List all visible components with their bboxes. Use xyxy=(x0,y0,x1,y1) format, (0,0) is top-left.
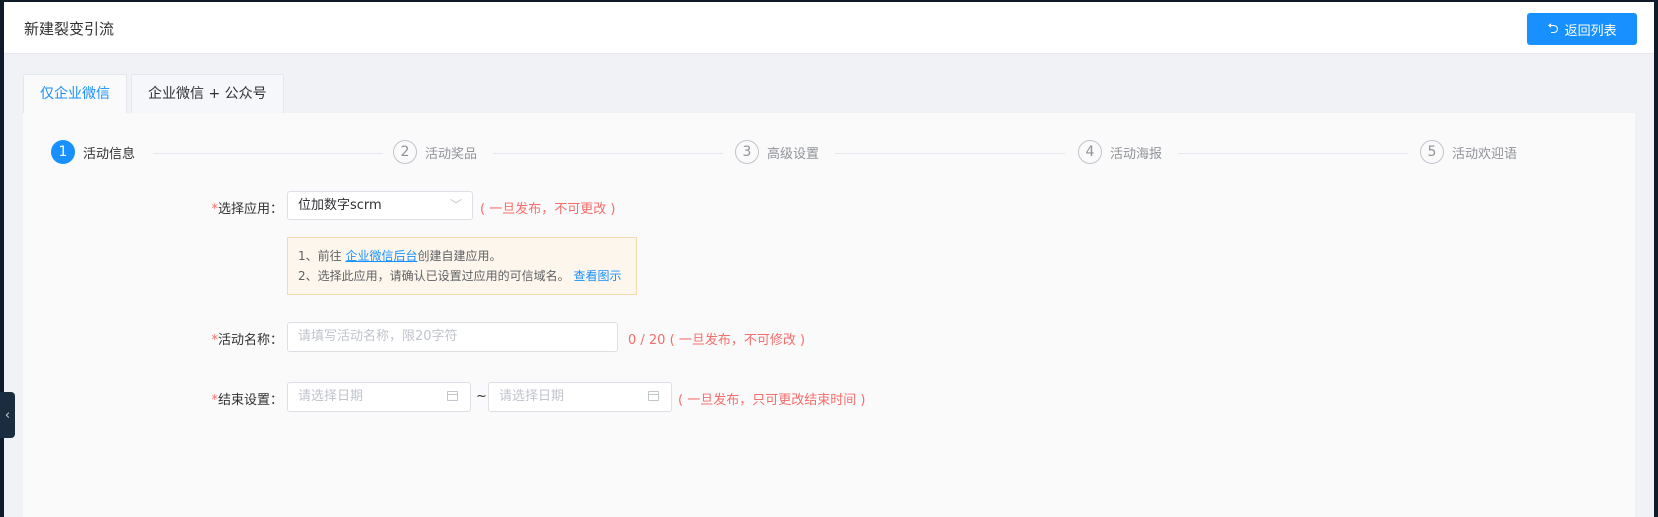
step-activity-poster: 4 活动海报 xyxy=(1078,138,1173,166)
wecom-admin-link[interactable]: 企业微信后台 xyxy=(345,249,417,263)
notice-text: 2、选择此应用，请确认已设置过应用的可信域名。 xyxy=(298,269,570,283)
tab-wecom-official-account[interactable]: 企业微信 + 公众号 xyxy=(131,74,284,114)
step-label: 高级设置 xyxy=(767,146,820,162)
tab-wecom-only[interactable]: 仅企业微信 xyxy=(23,74,127,114)
calendar-icon xyxy=(648,391,659,401)
step-label: 活动海报 xyxy=(1110,146,1163,162)
sidebar-collapse-handle[interactable]: ‹ xyxy=(0,392,15,438)
notice-text: 创建自建应用。 xyxy=(417,249,502,263)
step-activity-prizes: 2 活动奖品 xyxy=(393,138,488,166)
app-select-value: 位加数字scrm xyxy=(298,198,382,213)
step-number: 1 xyxy=(51,140,75,164)
back-button-label: 返回列表 xyxy=(1564,23,1617,39)
input-placeholder: 请填写活动名称，限20字符 xyxy=(298,329,458,344)
app-select[interactable]: 位加数字scrm ﹀ xyxy=(287,191,473,220)
step-label: 活动欢迎语 xyxy=(1452,146,1518,162)
step-connector xyxy=(835,153,1065,154)
steps-bar: 1 活动信息 2 活动奖品 3 高级设置 4 活动海报 5 活动欢迎语 xyxy=(23,113,1635,173)
name-warning-text: ( 一旦发布，不可修改 ) xyxy=(669,333,806,348)
end-setting-warning: ( 一旦发布，只可更改结束时间 ) xyxy=(678,393,866,408)
return-icon: ⮌ xyxy=(1547,21,1559,37)
step-activity-info: 1 活动信息 xyxy=(51,138,146,166)
activity-type-tabs: 仅企业微信 企业微信 + 公众号 xyxy=(23,74,288,114)
back-to-list-button[interactable]: ⮌ 返回列表 xyxy=(1527,13,1637,45)
calendar-icon xyxy=(447,391,458,401)
view-diagram-link[interactable]: 查看图示 xyxy=(573,269,621,283)
input-placeholder: 请选择日期 xyxy=(499,389,565,404)
step-number: 2 xyxy=(393,140,417,164)
notice-line-1: 1、前往 企业微信后台创建自建应用。 xyxy=(298,246,626,266)
step-connector xyxy=(153,153,383,154)
step-welcome-message: 5 活动欢迎语 xyxy=(1420,138,1528,166)
chevron-left-icon: ‹ xyxy=(4,407,11,423)
activity-name-label: *活动名称： xyxy=(203,329,283,348)
form-panel: 1 活动信息 2 活动奖品 3 高级设置 4 活动海报 5 活动欢迎语 *选择应… xyxy=(23,113,1635,517)
end-setting-label: *结束设置： xyxy=(203,389,283,408)
step-label: 活动信息 xyxy=(83,146,136,162)
notice-text: 1、前往 xyxy=(298,249,346,263)
app-warning: ( 一旦发布，不可更改 ) xyxy=(480,202,616,217)
activity-name-input[interactable]: 请填写活动名称，限20字符 xyxy=(287,322,618,352)
date-separator: ~ xyxy=(476,389,487,404)
step-number: 3 xyxy=(735,140,759,164)
label-text: 结束设置： xyxy=(217,393,283,408)
app-notice: 1、前往 企业微信后台创建自建应用。 2、选择此应用，请确认已设置过应用的可信域… xyxy=(287,237,637,295)
end-date-picker[interactable]: 请选择日期 xyxy=(488,382,672,412)
name-counter-warning: 0 / 20 ( 一旦发布，不可修改 ) xyxy=(628,329,805,348)
step-number: 5 xyxy=(1420,140,1444,164)
select-app-label: *选择应用： xyxy=(203,198,283,217)
char-counter: 0 / 20 xyxy=(628,333,666,348)
notice-line-2: 2、选择此应用，请确认已设置过应用的可信域名。 查看图示 xyxy=(298,266,626,286)
page-header: 新建裂变引流 ⮌ 返回列表 xyxy=(4,2,1654,54)
start-date-picker[interactable]: 请选择日期 xyxy=(287,382,471,412)
step-connector xyxy=(493,153,723,154)
label-text: 选择应用： xyxy=(217,202,283,217)
app-window: 新建裂变引流 ⮌ 返回列表 仅企业微信 企业微信 + 公众号 1 活动信息 2 … xyxy=(4,2,1654,517)
input-placeholder: 请选择日期 xyxy=(298,389,364,404)
page-title: 新建裂变引流 xyxy=(24,20,115,38)
step-label: 活动奖品 xyxy=(425,146,478,162)
step-number: 4 xyxy=(1078,140,1102,164)
chevron-down-icon: ﹀ xyxy=(449,198,462,212)
label-text: 活动名称： xyxy=(217,333,283,348)
step-advanced-settings: 3 高级设置 xyxy=(735,138,830,166)
step-connector xyxy=(1178,153,1408,154)
